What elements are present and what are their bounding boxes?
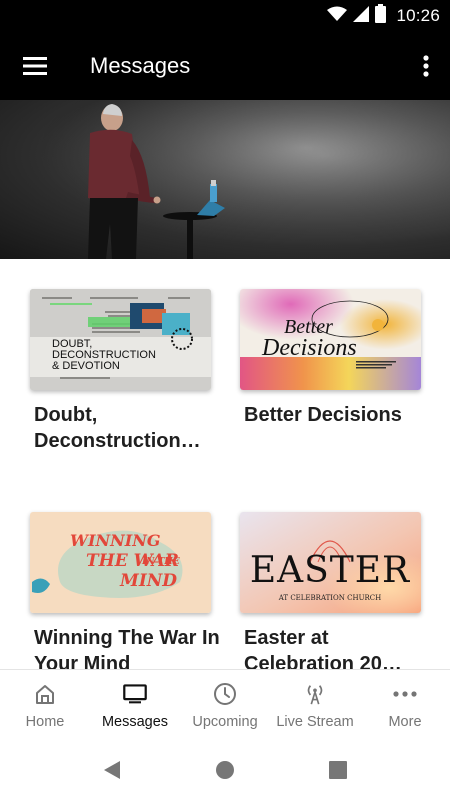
status-bar: 10:26 — [0, 0, 450, 32]
menu-icon — [23, 57, 47, 75]
bottom-navigation: Home Messages Upcoming Live Stream More — [0, 669, 450, 739]
overflow-menu-button[interactable] — [414, 50, 438, 82]
page-title: Messages — [90, 53, 191, 78]
wifi-icon — [327, 6, 348, 27]
nav-item-live-stream[interactable]: Live Stream — [270, 670, 360, 740]
battery-icon — [375, 4, 387, 28]
nav-label: Messages — [101, 714, 169, 730]
nav-label: Upcoming — [192, 714, 258, 730]
nav-item-more[interactable]: More — [360, 670, 450, 740]
system-navigation-bar — [0, 739, 450, 800]
cell-signal-icon — [353, 5, 370, 27]
thumb-text: & DEVOTION — [52, 360, 120, 372]
clock-icon — [213, 681, 237, 707]
nav-label: Home — [25, 714, 65, 730]
recents-button[interactable] — [326, 758, 350, 782]
back-triangle-icon — [104, 761, 120, 779]
status-time: 10:26 — [396, 6, 440, 25]
hero-image — [0, 100, 450, 259]
back-button[interactable] — [100, 758, 124, 782]
thumb-text: WINNING — [70, 531, 160, 550]
thumb-text: EASTER — [250, 550, 410, 591]
home-circle-icon — [216, 761, 234, 779]
thumb-text: Decisions — [261, 335, 357, 361]
nav-item-upcoming[interactable]: Upcoming — [180, 670, 270, 740]
broadcast-icon — [303, 681, 327, 707]
more-horiz-icon — [393, 681, 417, 707]
card-title: Better Decisions — [244, 404, 402, 426]
card-thumbnail: EASTER AT CELEBRATION CHURCH — [240, 512, 421, 613]
thumb-text: MIND — [119, 571, 177, 591]
nav-item-messages[interactable]: Messages — [90, 670, 180, 740]
home-system-button[interactable] — [213, 758, 237, 782]
thumb-text: AT CELEBRATION CHURCH — [278, 594, 382, 602]
nav-label: Live Stream — [276, 714, 354, 730]
menu-button[interactable] — [18, 50, 52, 82]
app-bar: Messages — [0, 32, 450, 100]
thumb-text: IN THE — [141, 557, 180, 567]
tv-icon — [123, 681, 147, 707]
more-vert-icon — [423, 55, 429, 77]
card-thumbnail: Better Decisions — [240, 289, 421, 390]
hero-banner[interactable] — [0, 100, 450, 259]
card-thumbnail: WINNING THE WAR IN THE MIND — [30, 512, 211, 613]
nav-label: More — [388, 714, 422, 730]
home-icon — [33, 681, 57, 707]
card-title: Doubt, Deconstruction… — [34, 404, 201, 452]
recents-square-icon — [329, 761, 347, 779]
nav-item-home[interactable]: Home — [0, 670, 90, 740]
card-thumbnail: DOUBT, DECONSTRUCTION & DEVOTION — [30, 289, 211, 390]
